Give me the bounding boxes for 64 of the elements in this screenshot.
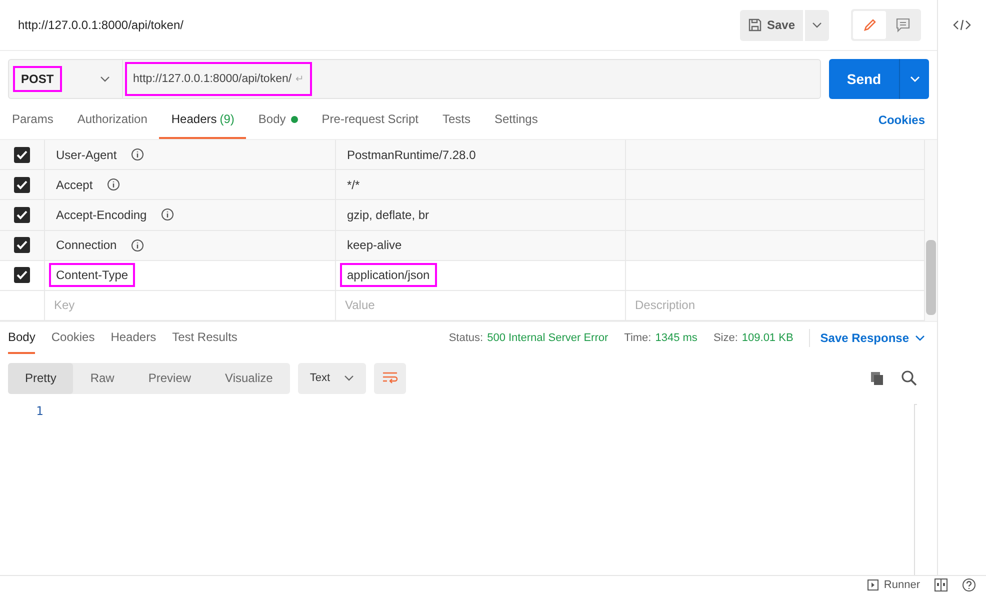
checkbox[interactable] xyxy=(14,267,30,284)
pencil-icon xyxy=(862,17,878,33)
view-mode-tab[interactable]: Raw xyxy=(73,362,132,394)
view-mode-tab[interactable]: Visualize xyxy=(208,362,290,394)
edit-button[interactable] xyxy=(853,11,886,39)
header-value: */* xyxy=(346,176,361,194)
header-key: User-Agent xyxy=(49,142,124,167)
save-icon xyxy=(748,18,762,32)
line-number: 1 xyxy=(36,404,44,418)
scrollbar-thumb[interactable] xyxy=(926,240,936,315)
request-tab[interactable]: Tests xyxy=(430,101,482,139)
response-tab[interactable]: Test Results xyxy=(172,322,238,354)
header-key: Content-Type xyxy=(49,263,136,288)
response-tab[interactable]: Headers xyxy=(110,322,156,354)
status-label: Size: xyxy=(713,332,738,344)
two-pane-icon[interactable] xyxy=(934,578,948,592)
status-value: 1345 ms xyxy=(655,332,698,344)
request-tab[interactable]: Pre-request Script xyxy=(310,101,430,139)
request-tab[interactable]: Settings xyxy=(482,101,550,139)
response-tab[interactable]: Cookies xyxy=(51,322,95,354)
header-value: gzip, deflate, br xyxy=(346,206,430,224)
caret-icon xyxy=(915,335,925,341)
format-dropdown[interactable]: Text xyxy=(298,362,366,394)
request-tab[interactable]: Params xyxy=(12,101,66,139)
checkbox[interactable] xyxy=(14,176,30,193)
wrap-icon xyxy=(382,371,398,385)
status-label: Status: xyxy=(448,332,484,344)
header-value: keep-alive xyxy=(346,237,403,254)
url-field[interactable]: http://127.0.0.1:8000/api/token/ ↵ xyxy=(123,60,314,98)
comment-icon xyxy=(894,17,910,33)
checkbox[interactable] xyxy=(14,237,30,254)
status-value: 500 Internal Server Error xyxy=(487,332,608,344)
send-button[interactable]: Send xyxy=(829,59,899,99)
help-icon[interactable] xyxy=(962,578,976,592)
play-icon xyxy=(866,578,879,590)
header-key: Accept xyxy=(49,172,100,197)
header-key: Accept-Encoding xyxy=(49,202,154,227)
save-response-button[interactable]: Save Response xyxy=(809,329,925,347)
caret-icon xyxy=(344,375,354,381)
request-title: http://127.0.0.1:8000/api/token/ xyxy=(18,18,184,32)
status-value: 109.01 KB xyxy=(742,332,794,344)
search-icon[interactable] xyxy=(901,370,917,386)
save-button[interactable]: Save xyxy=(740,10,803,40)
copy-icon[interactable] xyxy=(869,370,885,386)
view-mode-tab[interactable]: Pretty xyxy=(8,362,74,394)
wrap-lines-button[interactable] xyxy=(374,362,406,394)
response-tab[interactable]: Body xyxy=(8,322,36,354)
caret-icon xyxy=(812,22,822,28)
code-icon[interactable] xyxy=(953,18,971,32)
header-key: Connection xyxy=(49,233,124,258)
checkbox[interactable] xyxy=(14,206,30,223)
send-options-button[interactable] xyxy=(899,59,929,99)
header-value: application/json xyxy=(340,263,437,288)
method-dropdown[interactable]: POST xyxy=(9,60,123,98)
checkbox[interactable] xyxy=(14,146,30,163)
runner-button[interactable]: Runner xyxy=(866,578,920,590)
cookies-link[interactable]: Cookies xyxy=(878,101,925,139)
caret-icon xyxy=(910,76,920,82)
request-tab[interactable]: Authorization xyxy=(65,101,160,139)
request-tab[interactable]: Body xyxy=(246,101,310,139)
caret-icon xyxy=(100,76,110,82)
header-value: PostmanRuntime/7.28.0 xyxy=(346,146,477,164)
status-label: Time: xyxy=(624,332,652,344)
view-mode-tab[interactable]: Preview xyxy=(131,362,208,394)
